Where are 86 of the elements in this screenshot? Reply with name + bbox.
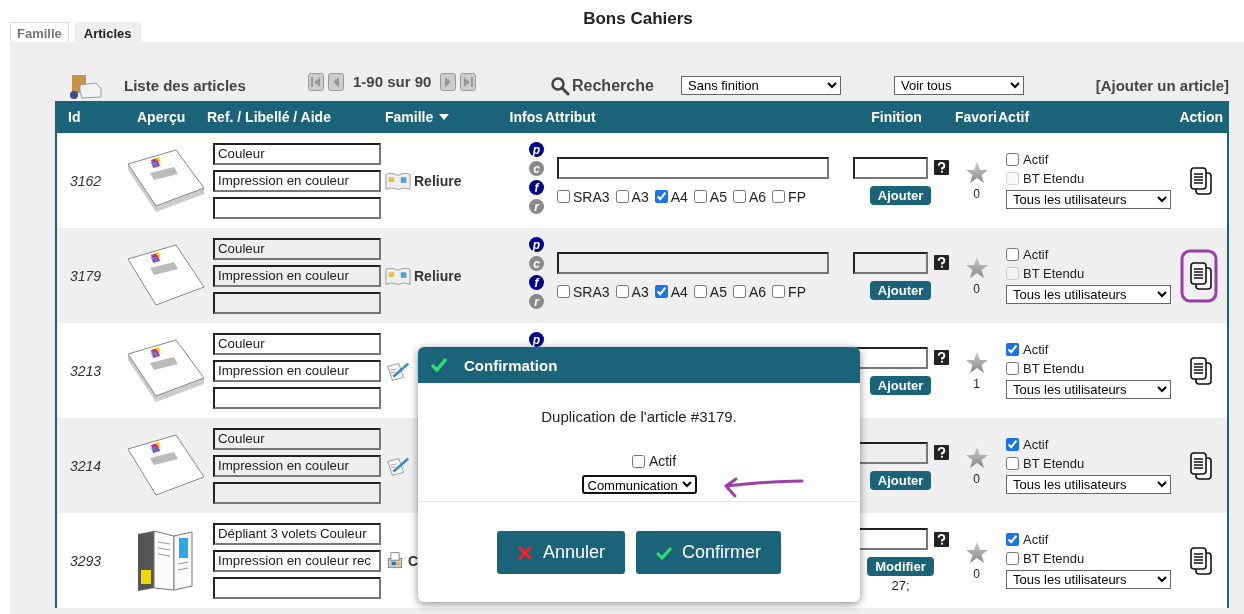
finition-button[interactable]: Ajouter	[869, 470, 932, 490]
checkbox-label: BT Etendu	[1023, 361, 1085, 376]
format-label: A5	[709, 283, 727, 300]
article-id: 3162	[70, 172, 102, 189]
users-dropdown[interactable]: Tous les utilisateurs	[1006, 570, 1171, 589]
reference-field[interactable]: Couleur	[213, 142, 381, 165]
finition-button[interactable]: Ajouter	[869, 185, 932, 205]
column-header[interactable]: Action	[1179, 109, 1223, 125]
checkbox-label: Actif	[648, 453, 677, 469]
finition-filter[interactable]: Sans finition	[681, 76, 841, 95]
format-label: FP	[788, 188, 806, 205]
page-title: Bons Cahiers	[583, 9, 693, 30]
checkbox-label: BT Etendu	[1023, 551, 1085, 566]
dialog-title: Confirmation	[464, 356, 558, 374]
add-article-link[interactable]: [Ajouter un article]	[1095, 77, 1229, 94]
label-field[interactable]: Impression en couleur rec	[213, 549, 381, 572]
label-field[interactable]: Impression en couleur	[213, 359, 381, 382]
page-range: 1-90 sur 90	[353, 73, 432, 90]
view-filter[interactable]: Voir tous	[894, 76, 1024, 95]
family-name: Reliure	[414, 267, 462, 284]
label-field[interactable]: Impression en couleur	[213, 454, 381, 477]
column-header[interactable]: Famille	[385, 109, 450, 125]
column-header[interactable]: Actif	[998, 109, 1030, 125]
column-header[interactable]: Id	[68, 109, 81, 125]
list-title: Liste des articles	[124, 77, 247, 94]
dialog-message: Duplication de l'article #3179.	[541, 408, 737, 425]
column-header[interactable]: Attribut	[545, 109, 596, 125]
column-header[interactable]: Ref. / Libellé / Aide	[207, 109, 331, 125]
reference-field[interactable]: Couleur	[213, 237, 381, 260]
format-label: A3	[631, 283, 649, 300]
article-id: 3213	[70, 362, 102, 379]
favorite-count: 0	[973, 471, 980, 486]
category-dropdown[interactable]: Communication	[581, 475, 697, 494]
checkbox-label: Actif	[1023, 247, 1049, 262]
info-badge[interactable]: f	[529, 180, 544, 195]
format-label: FP	[788, 283, 806, 300]
article-id: 3293	[70, 552, 102, 569]
reference-field[interactable]: Couleur	[213, 427, 381, 450]
format-label: SRA3	[573, 283, 610, 300]
tab[interactable]: Articles	[74, 22, 141, 42]
format-label: A6	[748, 283, 767, 300]
finition-button[interactable]: Ajouter	[869, 280, 932, 300]
checkbox-label: Actif	[1023, 437, 1049, 452]
column-header[interactable]: Aperçu	[137, 109, 186, 125]
favorite-count: 0	[973, 281, 980, 296]
favorite-count: 0	[973, 186, 980, 201]
reference-field[interactable]: Dépliant 3 volets Couleur	[213, 522, 381, 545]
finition-note: 27;	[891, 578, 910, 593]
label-field[interactable]: Impression en couleur	[213, 264, 381, 287]
checkbox-label: BT Etendu	[1023, 266, 1085, 281]
reference-field[interactable]: Couleur	[213, 332, 381, 355]
format-label: A5	[709, 188, 727, 205]
info-badge[interactable]: p	[529, 237, 544, 252]
info-badge[interactable]: p	[529, 142, 544, 157]
tab[interactable]: Famille	[10, 22, 69, 42]
format-label: A3	[631, 188, 649, 205]
users-dropdown[interactable]: Tous les utilisateurs	[1006, 190, 1171, 209]
checkbox-label: BT Etendu	[1023, 456, 1085, 471]
format-label: A4	[670, 283, 688, 300]
cancel-button[interactable]: Annuler	[496, 531, 625, 574]
column-header[interactable]: Finition	[871, 109, 922, 125]
checkbox-label: Actif	[1023, 532, 1049, 547]
info-badge[interactable]: p	[529, 332, 544, 347]
column-header[interactable]: Infos	[509, 109, 543, 125]
confirm-button[interactable]: Confirmer	[636, 531, 782, 574]
info-badge[interactable]: f	[529, 275, 544, 290]
label-field[interactable]: Impression en couleur	[213, 169, 381, 192]
favorite-count: 0	[973, 566, 980, 581]
checkbox-label: Actif	[1023, 342, 1049, 357]
search-label[interactable]: Recherche	[572, 76, 654, 95]
finition-button[interactable]: Modifier	[867, 557, 934, 576]
users-dropdown[interactable]: Tous les utilisateurs	[1006, 285, 1171, 304]
column-header[interactable]: Favori	[955, 109, 997, 125]
users-dropdown[interactable]: Tous les utilisateurs	[1006, 475, 1171, 494]
users-dropdown[interactable]: Tous les utilisateurs	[1006, 380, 1171, 399]
favorite-count: 1	[973, 376, 980, 391]
finition-button[interactable]: Ajouter	[869, 375, 932, 395]
article-id: 3214	[70, 457, 102, 474]
family-name: Reliure	[414, 172, 462, 189]
article-id: 3179	[70, 267, 102, 284]
family-name: C	[408, 552, 419, 569]
format-label: SRA3	[573, 188, 610, 205]
checkbox-label: Actif	[1023, 152, 1049, 167]
checkbox-label: BT Etendu	[1023, 171, 1085, 186]
format-label: A4	[670, 188, 688, 205]
format-label: A6	[748, 188, 767, 205]
